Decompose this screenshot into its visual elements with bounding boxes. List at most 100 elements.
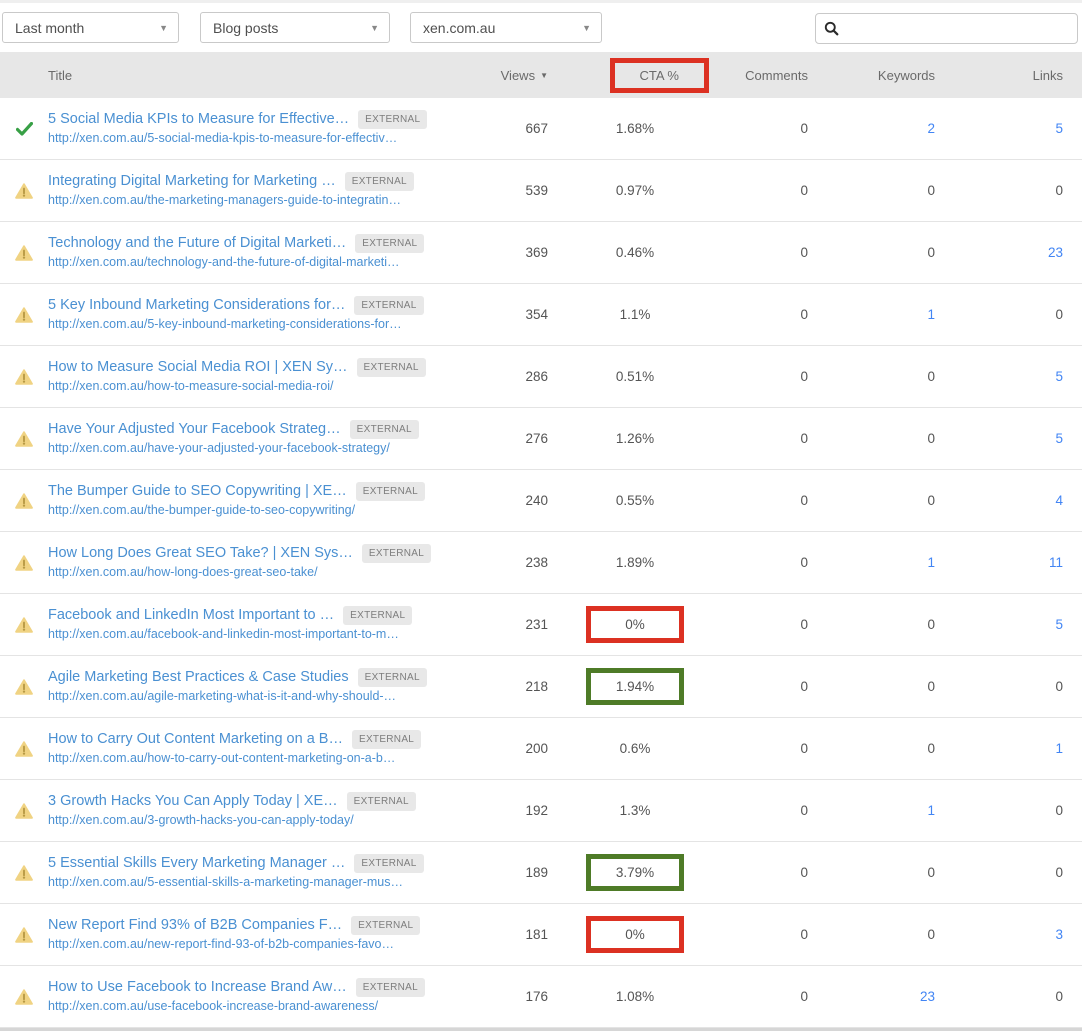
post-title-link[interactable]: 5 Key Inbound Marketing Considerations f… (48, 296, 345, 316)
views-cell: 354 (460, 307, 548, 322)
column-header-keywords[interactable]: Keywords (808, 68, 935, 83)
post-title-link[interactable]: How to Use Facebook to Increase Brand Aw… (48, 978, 347, 998)
post-url-link[interactable]: http://xen.com.au/have-your-adjusted-you… (48, 440, 460, 457)
keywords-cell: 0 (808, 369, 935, 384)
status-cell (0, 555, 48, 571)
views-cell: 240 (460, 493, 548, 508)
date-range-value: Last month (15, 20, 84, 36)
keywords-cell[interactable]: 2 (808, 121, 935, 136)
table-row: How to Use Facebook to Increase Brand Aw… (0, 966, 1082, 1028)
cta-cell: 1.94% (548, 668, 681, 705)
views-cell: 539 (460, 183, 548, 198)
post-title-link[interactable]: How to Measure Social Media ROI | XEN Sy… (48, 358, 348, 378)
post-url-link[interactable]: http://xen.com.au/the-bumper-guide-to-se… (48, 502, 460, 519)
links-cell[interactable]: 1 (935, 741, 1063, 756)
keywords-cell[interactable]: 1 (808, 803, 935, 818)
post-title-link[interactable]: How to Carry Out Content Marketing on a … (48, 730, 343, 750)
column-header-comments[interactable]: Comments (681, 68, 808, 83)
external-badge: EXTERNAL (362, 544, 431, 564)
search-box[interactable] (815, 13, 1078, 44)
status-cell (0, 865, 48, 881)
post-url-link[interactable]: http://xen.com.au/the-marketing-managers… (48, 192, 460, 209)
warning-icon (15, 555, 33, 571)
links-cell[interactable]: 4 (935, 493, 1063, 508)
post-title-link[interactable]: Technology and the Future of Digital Mar… (48, 234, 346, 254)
links-cell[interactable]: 5 (935, 121, 1063, 136)
column-header-views[interactable]: Views ▼ (460, 68, 548, 83)
table-row: How to Measure Social Media ROI | XEN Sy… (0, 346, 1082, 408)
links-cell[interactable]: 11 (935, 555, 1063, 570)
post-title-link[interactable]: Facebook and LinkedIn Most Important to … (48, 606, 334, 626)
cta-value: 0.46% (586, 239, 684, 266)
links-cell: 0 (935, 183, 1063, 198)
keywords-cell: 0 (808, 183, 935, 198)
post-url-link[interactable]: http://xen.com.au/how-long-does-great-se… (48, 564, 460, 581)
cta-cell: 0.97% (548, 177, 681, 204)
status-cell (0, 927, 48, 943)
column-header-title[interactable]: Title (48, 68, 460, 83)
keywords-cell: 0 (808, 865, 935, 880)
post-url-link[interactable]: http://xen.com.au/facebook-and-linkedin-… (48, 626, 460, 643)
post-title-link[interactable]: Have Your Adjusted Your Facebook Strateg… (48, 420, 341, 440)
post-url-link[interactable]: http://xen.com.au/how-to-measure-social-… (48, 378, 460, 395)
column-header-links[interactable]: Links (935, 68, 1063, 83)
table-row: Agile Marketing Best Practices & Case St… (0, 656, 1082, 718)
external-badge: EXTERNAL (351, 916, 420, 936)
comments-cell: 0 (681, 369, 808, 384)
post-url-link[interactable]: http://xen.com.au/how-to-carry-out-conte… (48, 750, 460, 767)
chevron-down-icon: ▼ (159, 23, 168, 33)
title-cell: 5 Social Media KPIs to Measure for Effec… (48, 110, 460, 147)
warning-icon (15, 803, 33, 819)
post-url-link[interactable]: http://xen.com.au/5-essential-skills-a-m… (48, 874, 460, 891)
external-badge: EXTERNAL (357, 358, 426, 378)
post-url-link[interactable]: http://xen.com.au/5-key-inbound-marketin… (48, 316, 460, 333)
date-range-dropdown[interactable]: Last month ▼ (2, 12, 179, 43)
links-cell[interactable]: 23 (935, 245, 1063, 260)
post-title-link[interactable]: Agile Marketing Best Practices & Case St… (48, 668, 349, 688)
table-row: 5 Key Inbound Marketing Considerations f… (0, 284, 1082, 346)
cta-value: 1.68% (586, 115, 684, 142)
post-title-link[interactable]: New Report Find 93% of B2B Companies F… (48, 916, 342, 936)
post-title-link[interactable]: 3 Growth Hacks You Can Apply Today | XE… (48, 792, 338, 812)
title-cell: 3 Growth Hacks You Can Apply Today | XE…… (48, 792, 460, 829)
post-url-link[interactable]: http://xen.com.au/5-social-media-kpis-to… (48, 130, 460, 147)
post-title-link[interactable]: 5 Essential Skills Every Marketing Manag… (48, 854, 345, 874)
content-type-dropdown[interactable]: Blog posts ▼ (200, 12, 390, 43)
links-cell[interactable]: 5 (935, 617, 1063, 632)
post-title-link[interactable]: Integrating Digital Marketing for Market… (48, 172, 336, 192)
links-cell[interactable]: 5 (935, 431, 1063, 446)
post-title-link[interactable]: The Bumper Guide to SEO Copywriting | XE… (48, 482, 347, 502)
column-header-cta[interactable]: CTA % (548, 58, 681, 93)
post-url-link[interactable]: http://xen.com.au/new-report-find-93-of-… (48, 936, 460, 953)
warning-icon (15, 617, 33, 633)
domain-dropdown[interactable]: xen.com.au ▼ (410, 12, 602, 43)
post-url-link[interactable]: http://xen.com.au/use-facebook-increase-… (48, 998, 460, 1015)
post-url-link[interactable]: http://xen.com.au/agile-marketing-what-i… (48, 688, 460, 705)
post-title-link[interactable]: 5 Social Media KPIs to Measure for Effec… (48, 110, 349, 130)
cta-value: 0.97% (586, 177, 684, 204)
keywords-cell[interactable]: 1 (808, 307, 935, 322)
post-title-link[interactable]: How Long Does Great SEO Take? | XEN Sys… (48, 544, 353, 564)
views-cell: 176 (460, 989, 548, 1004)
comments-cell: 0 (681, 307, 808, 322)
title-cell: Have Your Adjusted Your Facebook Strateg… (48, 420, 460, 457)
keywords-cell: 0 (808, 741, 935, 756)
warning-icon (15, 183, 33, 199)
cta-cell: 0.6% (548, 735, 681, 762)
title-cell: Integrating Digital Marketing for Market… (48, 172, 460, 209)
title-cell: How to Carry Out Content Marketing on a … (48, 730, 460, 767)
post-url-link[interactable]: http://xen.com.au/technology-and-the-fut… (48, 254, 460, 271)
post-url-link[interactable]: http://xen.com.au/3-growth-hacks-you-can… (48, 812, 460, 829)
keywords-cell[interactable]: 23 (808, 989, 935, 1004)
links-cell[interactable]: 3 (935, 927, 1063, 942)
comments-cell: 0 (681, 741, 808, 756)
check-icon (16, 122, 33, 136)
table-row: 5 Essential Skills Every Marketing Manag… (0, 842, 1082, 904)
warning-icon (15, 989, 33, 1005)
search-input[interactable] (845, 21, 1069, 36)
chevron-down-icon: ▼ (582, 23, 591, 33)
external-badge: EXTERNAL (350, 420, 419, 440)
links-cell[interactable]: 5 (935, 369, 1063, 384)
external-badge: EXTERNAL (352, 730, 421, 750)
keywords-cell[interactable]: 1 (808, 555, 935, 570)
